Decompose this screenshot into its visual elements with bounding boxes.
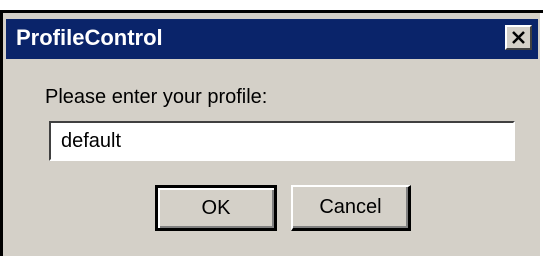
profile-dialog: ProfileControl Please enter your profile… [0,13,543,256]
ok-button[interactable]: OK [155,185,277,231]
profile-prompt-label: Please enter your profile: [45,86,268,108]
close-icon [512,31,525,44]
profile-input[interactable] [49,121,515,161]
title-bar[interactable]: ProfileControl [6,19,538,59]
close-button[interactable] [505,25,532,50]
cancel-button[interactable]: Cancel [291,185,411,231]
window-title: ProfileControl [16,25,163,50]
